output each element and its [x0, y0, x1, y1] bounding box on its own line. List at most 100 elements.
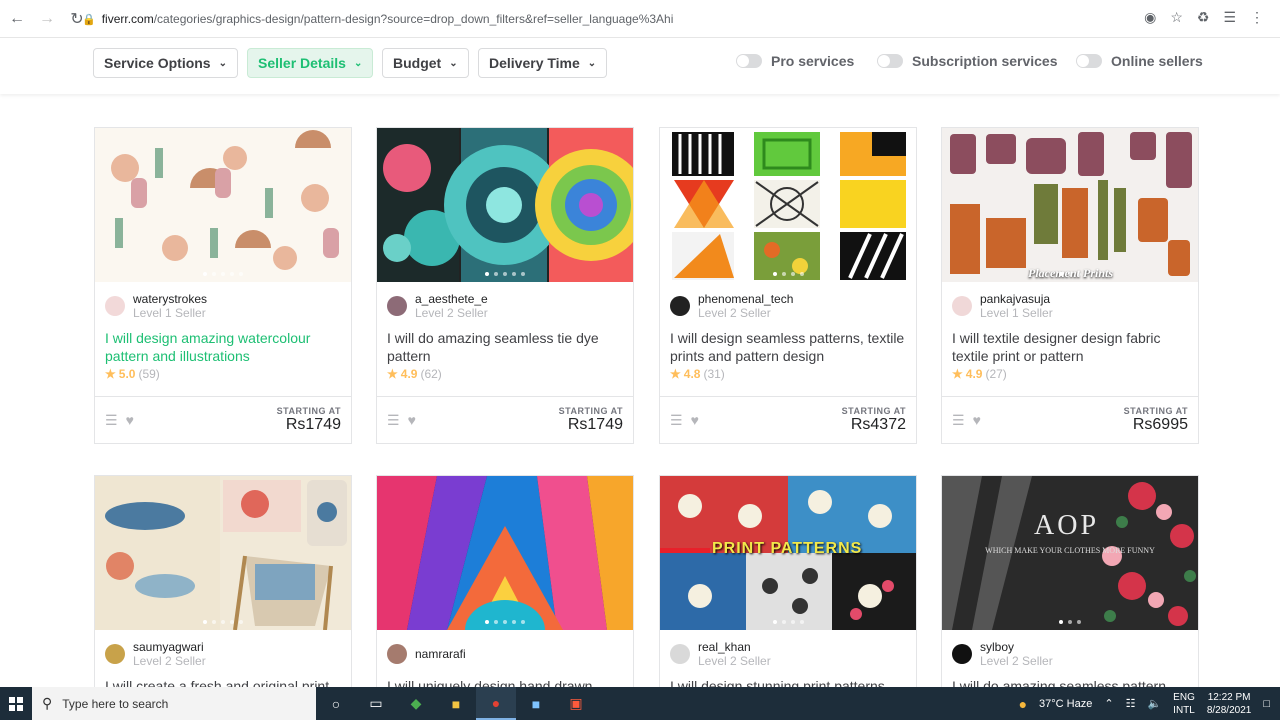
seller-name[interactable]: sylboy [980, 640, 1053, 654]
gig-card[interactable]: a_aesthete_e Level 2 Seller I will do ama… [376, 127, 634, 444]
gig-card[interactable]: Placement Prints pankajvasuja Level 1 Sel… [941, 127, 1199, 444]
gig-thumbnail[interactable]: PRINT PATTERNS [660, 476, 916, 630]
gig-title[interactable]: I will textile designer design fabric te… [942, 322, 1198, 364]
service-options-filter[interactable]: Service Options ⌄ [93, 48, 238, 78]
seller-name[interactable]: a_aesthete_e [415, 292, 488, 306]
clock[interactable]: 12:22 PM 8/28/2021 [1207, 691, 1252, 717]
avatar[interactable] [105, 644, 125, 664]
avatar[interactable] [952, 644, 972, 664]
gig-title[interactable]: I will do amazing seamless tie dye patte… [377, 322, 633, 364]
gig-title[interactable]: I will do amazing seamless pattern [942, 670, 1198, 687]
star-icon: ★ [670, 367, 681, 381]
gig-card[interactable]: waterystrokes Level 1 Seller I will desig… [94, 127, 352, 444]
gig-card[interactable]: namrarafi I will uniquely design hand dr… [376, 475, 634, 687]
task-view-icon[interactable]: ▭ [356, 687, 396, 720]
seller-name[interactable]: pankajvasuja [980, 292, 1053, 306]
gig-card[interactable]: saumyagwari Level 2 Seller I will create … [94, 475, 352, 687]
seller-name[interactable]: namrarafi [415, 647, 466, 661]
starting-at-label: STARTING AT [1123, 406, 1188, 416]
gig-price: Rs1749 [567, 416, 623, 433]
gig-card[interactable]: AOP WHICH MAKE YOUR CLOTHES MORE FUNNY s… [941, 475, 1199, 687]
cortana-icon[interactable]: ○ [316, 687, 356, 720]
seller-name[interactable]: phenomenal_tech [698, 292, 793, 306]
app-icon[interactable]: ▣ [556, 687, 596, 720]
language-indicator[interactable]: ENG INTL [1173, 691, 1195, 717]
seller-info: phenomenal_tech Level 2 Seller [660, 282, 916, 322]
online-sellers-toggle[interactable]: Online sellers [1076, 53, 1203, 69]
reading-list-icon[interactable]: ☰ [1223, 9, 1236, 26]
heart-icon[interactable]: ♥ [691, 412, 699, 429]
time: 12:22 PM [1207, 691, 1251, 703]
notification-icon[interactable]: □ [1263, 698, 1270, 710]
list-icon[interactable]: ☰ [105, 412, 118, 429]
network-icon[interactable]: ☷ [1126, 697, 1136, 710]
avatar[interactable] [387, 644, 407, 664]
subscription-services-toggle[interactable]: Subscription services [877, 53, 1058, 69]
delivery-time-filter[interactable]: Delivery Time ⌄ [478, 48, 608, 78]
seller-name[interactable]: real_khan [698, 640, 771, 654]
pro-services-toggle[interactable]: Pro services [736, 53, 854, 69]
pillow-patterns-image [672, 132, 906, 280]
app-icon[interactable]: ◆ [396, 687, 436, 720]
address-bar[interactable]: 🔒 fiverr.com/categories/graphics-design/… [82, 6, 1202, 32]
star-icon[interactable]: ☆ [1170, 9, 1183, 26]
toggle-switch[interactable] [736, 54, 762, 68]
gig-thumbnail[interactable]: AOP WHICH MAKE YOUR CLOTHES MORE FUNNY [942, 476, 1198, 630]
extensions-icon[interactable]: ♻ [1197, 9, 1210, 26]
eye-off-icon[interactable]: ◉ [1144, 9, 1156, 26]
gig-thumbnail[interactable] [95, 476, 351, 630]
gig-thumbnail[interactable] [377, 476, 633, 630]
avatar[interactable] [670, 296, 690, 316]
volume-icon[interactable]: 🔈 [1147, 697, 1161, 710]
back-icon[interactable]: ← [4, 6, 30, 32]
gig-title[interactable]: I will design stunning print patterns [660, 670, 916, 687]
gig-title[interactable]: I will design amazing watercolour patter… [95, 322, 351, 364]
gig-title[interactable]: I will create a fresh and original print [95, 670, 351, 687]
chevron-down-icon: ⌄ [353, 57, 363, 69]
star-icon: ★ [105, 367, 116, 381]
gig-title[interactable]: I will uniquely design hand drawn [377, 670, 633, 687]
app-icon[interactable]: ■ [516, 687, 556, 720]
gig-card[interactable]: PRINT PATTERNS real_khan Level 2 Seller I… [659, 475, 917, 687]
delivery-time-label: Delivery Time [489, 55, 580, 71]
budget-label: Budget [393, 55, 442, 71]
list-icon[interactable]: ☰ [952, 412, 965, 429]
heart-icon[interactable]: ♥ [408, 412, 416, 429]
lang-2: INTL [1173, 704, 1195, 716]
gig-footer: ☰ ♥ STARTING AT Rs4372 [660, 396, 916, 443]
chevron-up-icon[interactable]: ⌃ [1104, 697, 1113, 710]
gig-title[interactable]: I will design seamless patterns, textile… [660, 322, 916, 364]
seller-details-filter[interactable]: Seller Details ⌄ [247, 48, 374, 78]
avatar[interactable] [105, 296, 125, 316]
search-icon: ⚲ [42, 695, 53, 711]
gig-thumbnail[interactable]: Placement Prints [942, 128, 1198, 282]
windows-start-icon[interactable] [0, 687, 32, 720]
seller-level: Level 1 Seller [980, 306, 1053, 320]
weather-text[interactable]: 37°C Haze [1039, 698, 1092, 710]
seller-details-label: Seller Details [258, 55, 346, 71]
heart-icon[interactable]: ♥ [126, 412, 134, 429]
chrome-icon[interactable]: ● [476, 687, 516, 720]
avatar[interactable] [952, 296, 972, 316]
seller-info: saumyagwari Level 2 Seller [95, 630, 351, 670]
list-icon[interactable]: ☰ [670, 412, 683, 429]
heart-icon[interactable]: ♥ [973, 412, 981, 429]
seller-name[interactable]: waterystrokes [133, 292, 207, 306]
forward-icon[interactable]: → [34, 6, 60, 32]
list-icon[interactable]: ☰ [387, 412, 400, 429]
seller-name[interactable]: saumyagwari [133, 640, 206, 654]
gig-thumbnail[interactable] [377, 128, 633, 282]
gig-card[interactable]: phenomenal_tech Level 2 Seller I will des… [659, 127, 917, 444]
avatar[interactable] [670, 644, 690, 664]
avatar[interactable] [387, 296, 407, 316]
seller-info: pankajvasuja Level 1 Seller [942, 282, 1198, 322]
file-explorer-icon[interactable]: ■ [436, 687, 476, 720]
gig-thumbnail[interactable] [95, 128, 351, 282]
budget-filter[interactable]: Budget ⌄ [382, 48, 469, 78]
toggle-switch[interactable] [1076, 54, 1102, 68]
taskbar-search[interactable]: ⚲ Type here to search [32, 687, 316, 720]
toggle-switch[interactable] [877, 54, 903, 68]
gig-thumbnail[interactable] [660, 128, 916, 282]
menu-icon[interactable]: ⋮ [1250, 9, 1264, 26]
seller-info: real_khan Level 2 Seller [660, 630, 916, 670]
